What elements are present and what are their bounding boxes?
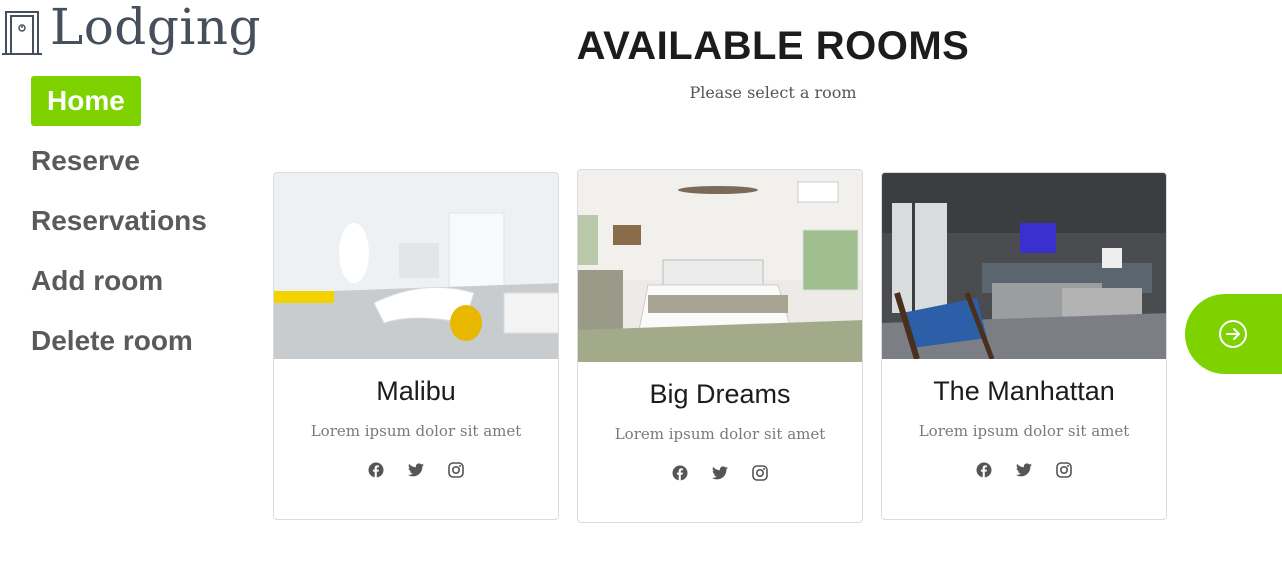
twitter-icon[interactable] xyxy=(710,463,730,483)
twitter-icon[interactable] xyxy=(1014,460,1034,480)
room-name: Malibu xyxy=(376,376,456,406)
room-description: Lorem ipsum dolor sit amet xyxy=(310,422,522,440)
social-links xyxy=(578,463,862,483)
room-name: The Manhattan xyxy=(933,376,1115,406)
room-name: Big Dreams xyxy=(649,379,791,409)
facebook-icon[interactable] xyxy=(670,463,690,483)
door-icon xyxy=(2,11,42,55)
arrow-right-circle-icon xyxy=(1219,320,1247,348)
nav-item-reserve[interactable]: Reserve xyxy=(31,136,140,186)
nav-item-reservations[interactable]: Reservations xyxy=(31,196,207,246)
instagram-icon[interactable] xyxy=(446,460,466,480)
room-card-big-dreams[interactable]: Big Dreams Lorem ipsum dolor sit amet xyxy=(577,169,863,523)
instagram-icon[interactable] xyxy=(1054,460,1074,480)
page-title: AVAILABLE ROOMS xyxy=(576,24,970,68)
facebook-icon[interactable] xyxy=(974,460,994,480)
room-photo-malibu xyxy=(274,173,558,359)
facebook-icon[interactable] xyxy=(366,460,386,480)
brand-name: Lodging xyxy=(50,0,262,56)
room-photo-big-dreams xyxy=(578,170,862,362)
room-description: Lorem ipsum dolor sit amet xyxy=(918,422,1130,440)
social-links xyxy=(274,460,558,480)
room-photo-the-manhattan xyxy=(882,173,1166,359)
sidebar-nav: Home Reserve Reservations Add room Delet… xyxy=(31,76,207,376)
twitter-icon[interactable] xyxy=(406,460,426,480)
brand-logo[interactable]: Lodging xyxy=(2,2,261,56)
room-card-malibu[interactable]: Malibu Lorem ipsum dolor sit amet xyxy=(273,172,559,520)
nav-item-add-room[interactable]: Add room xyxy=(31,256,163,306)
room-description: Lorem ipsum dolor sit amet xyxy=(614,425,826,443)
nav-item-home[interactable]: Home xyxy=(31,76,141,126)
room-card-the-manhattan[interactable]: The Manhattan Lorem ipsum dolor sit amet xyxy=(881,172,1167,520)
social-links xyxy=(882,460,1166,480)
instagram-icon[interactable] xyxy=(750,463,770,483)
page-subtitle: Please select a room xyxy=(689,83,857,102)
nav-item-delete-room[interactable]: Delete room xyxy=(31,316,193,366)
carousel-next-button[interactable] xyxy=(1185,294,1282,374)
